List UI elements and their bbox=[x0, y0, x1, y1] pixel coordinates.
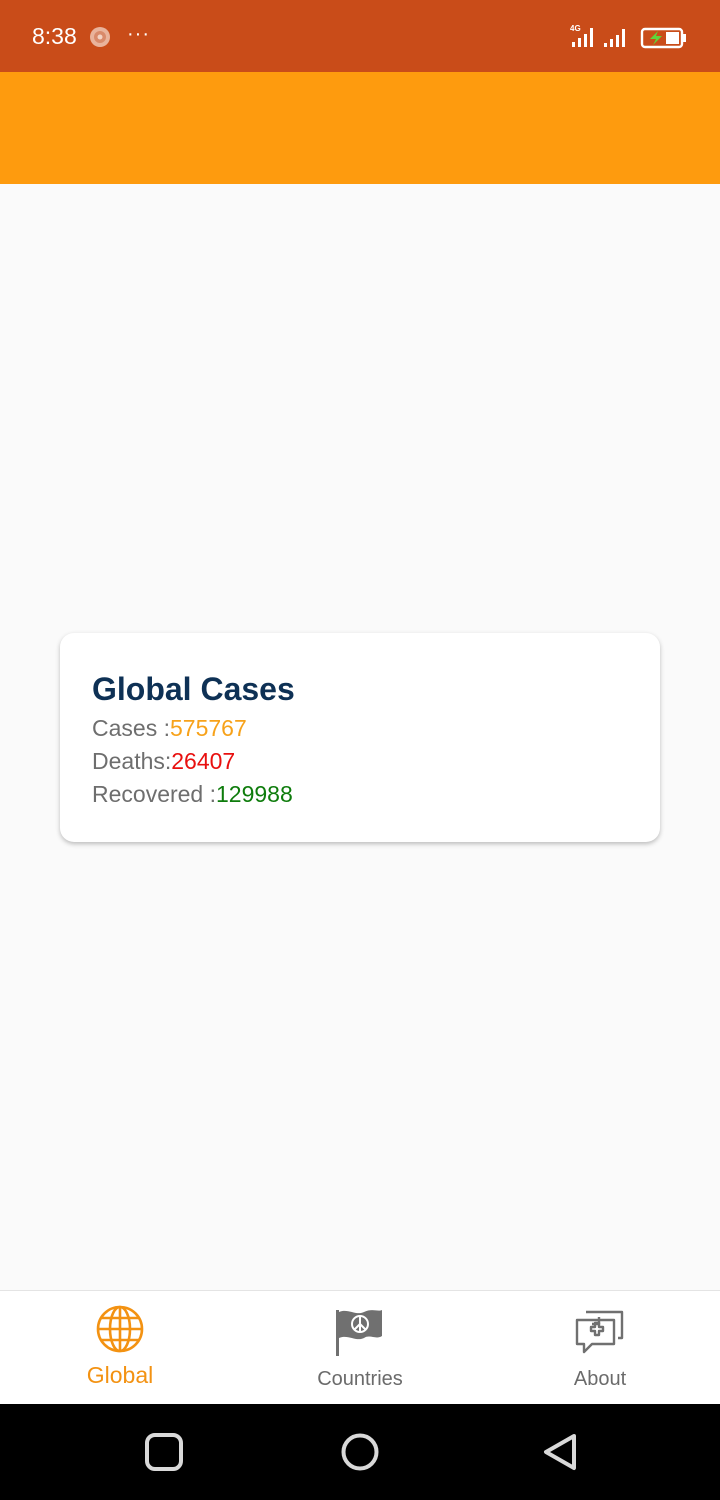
nav-item-countries[interactable]: Countries bbox=[240, 1291, 480, 1405]
cases-row: Cases :575767 bbox=[92, 713, 247, 743]
deaths-value: 26407 bbox=[171, 748, 236, 774]
app-notification-icon bbox=[90, 27, 110, 47]
nav-label-global: Global bbox=[86, 1362, 154, 1388]
medical-chat-icon bbox=[575, 1310, 624, 1354]
recovered-row: Recovered :129988 bbox=[92, 779, 293, 809]
recents-icon[interactable] bbox=[144, 1432, 184, 1472]
nav-item-global[interactable]: Global bbox=[0, 1291, 240, 1405]
home-icon[interactable] bbox=[340, 1432, 380, 1472]
card-title: Global Cases bbox=[92, 671, 295, 707]
status-overflow-dots: ··· bbox=[127, 23, 150, 45]
status-time: 8:38 bbox=[32, 23, 77, 49]
deaths-label: Deaths: bbox=[92, 748, 172, 774]
nav-label-countries: Countries bbox=[317, 1368, 403, 1390]
globe-icon bbox=[96, 1305, 144, 1353]
status-indicators: 4G bbox=[570, 24, 686, 49]
recovered-label: Recovered : bbox=[92, 781, 217, 807]
battery-charging-icon bbox=[640, 27, 686, 49]
network-type-label: 4G bbox=[570, 24, 581, 33]
back-icon[interactable] bbox=[540, 1432, 580, 1472]
nav-label-about: About bbox=[573, 1368, 627, 1390]
recovered-value: 129988 bbox=[216, 781, 293, 807]
deaths-row: Deaths:26407 bbox=[92, 746, 235, 776]
main-content: Global Cases Cases :575767 Deaths:26407 … bbox=[0, 184, 720, 1290]
flag-icon bbox=[336, 1310, 382, 1356]
system-navigation-bar bbox=[0, 1404, 720, 1500]
app-bar bbox=[0, 72, 720, 184]
signal-4g-icon: 4G bbox=[570, 24, 593, 47]
cases-label: Cases : bbox=[92, 715, 170, 741]
status-bar: 8:38 ··· 4G bbox=[0, 0, 720, 72]
bottom-navigation: Global Countries About bbox=[0, 1290, 720, 1404]
cases-value: 575767 bbox=[169, 715, 247, 741]
global-cases-card: Global Cases Cases :575767 Deaths:26407 … bbox=[60, 633, 660, 842]
signal-strength-icon bbox=[604, 29, 625, 47]
nav-item-about[interactable]: About bbox=[480, 1291, 720, 1405]
